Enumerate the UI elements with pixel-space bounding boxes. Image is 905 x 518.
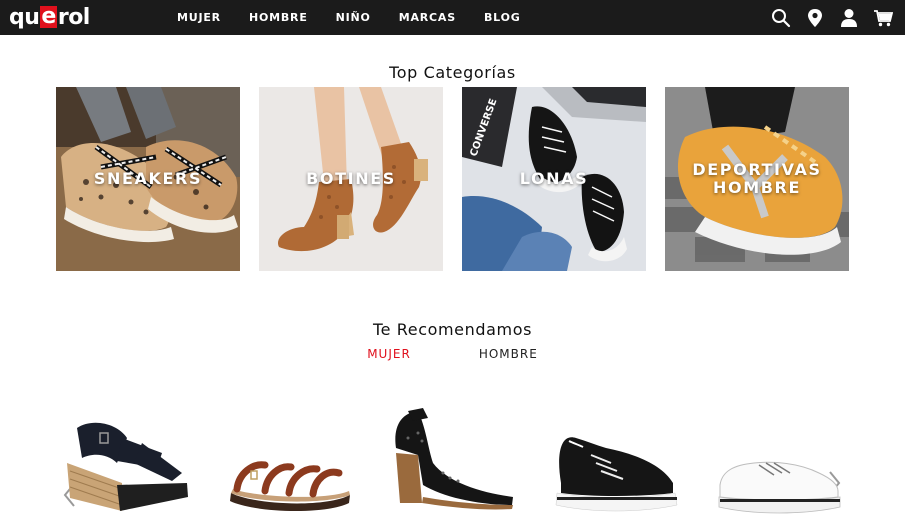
category-label-deportivas-hombre: DEPORTIVAS HOMBRE [692, 160, 822, 197]
main-nav: MUJER HOMBRE NIÑO MARCAS BLOG [177, 0, 549, 35]
nav-item-marcas[interactable]: MARCAS [399, 11, 456, 24]
top-categories-title: Top Categorías [389, 63, 516, 82]
category-label-botines: BOTINES [306, 169, 396, 188]
category-label-lonas: LONAS [519, 169, 589, 188]
search-icon[interactable] [771, 8, 791, 28]
product-card[interactable] [388, 393, 520, 518]
nav-item-hombre[interactable]: HOMBRE [249, 11, 308, 24]
location-pin-icon[interactable] [805, 8, 825, 28]
header-icons [771, 0, 893, 35]
product-carousel [62, 393, 852, 518]
product-card[interactable] [551, 393, 683, 518]
querol-logo[interactable]: qu e rol [9, 3, 90, 31]
logo-text-left: qu [9, 4, 40, 30]
category-grid: SNEAKERS BOTINES CONVERSE LONAS DEPORTIV… [56, 87, 849, 271]
nav-item-blog[interactable]: BLOG [484, 11, 521, 24]
tab-mujer[interactable]: MUJER [367, 347, 411, 361]
category-tile-lonas[interactable]: CONVERSE LONAS [462, 87, 646, 271]
tab-hombre[interactable]: HOMBRE [479, 347, 538, 361]
product-image-flat-sandal [230, 461, 350, 512]
category-tile-sneakers[interactable]: SNEAKERS [56, 87, 240, 271]
product-image-low-top-sneaker [718, 461, 841, 514]
category-label-sneakers: SNEAKERS [93, 169, 203, 188]
category-tile-deportivas-hombre[interactable]: DEPORTIVAS HOMBRE [665, 87, 849, 271]
product-card[interactable] [714, 393, 846, 518]
nav-item-mujer[interactable]: MUJER [177, 11, 221, 24]
logo-text-right: rol [57, 4, 91, 30]
user-icon[interactable] [839, 8, 859, 28]
recommended-title: Te Recomendamos [372, 320, 533, 339]
product-image-heeled-sandal [395, 408, 513, 510]
product-card[interactable] [62, 393, 194, 518]
top-header: qu e rol MUJER HOMBRE NIÑO MARCAS BLOG [0, 0, 905, 35]
product-image-high-top-sneaker [555, 437, 678, 512]
product-card[interactable] [225, 393, 357, 518]
recommended-tabs: MUJER HOMBRE [0, 347, 905, 361]
category-tile-botines[interactable]: BOTINES [259, 87, 443, 271]
cart-icon[interactable] [873, 8, 893, 28]
nav-item-nino[interactable]: NIÑO [336, 11, 371, 24]
logo-text-mid: e [40, 4, 57, 29]
product-image-espadrille-sandal [67, 422, 188, 511]
